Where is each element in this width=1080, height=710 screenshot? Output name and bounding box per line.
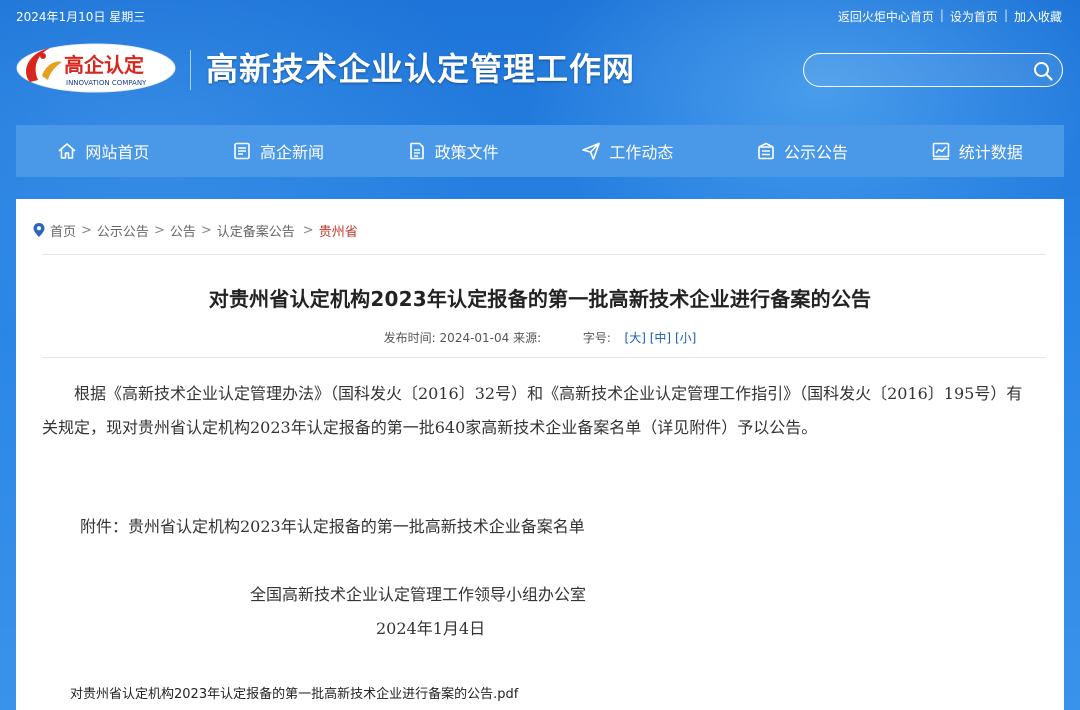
site-logo[interactable]: 高企认定 INNOVATION COMPANY [16, 42, 178, 94]
search-icon[interactable] [1032, 60, 1054, 82]
location-pin-icon [33, 223, 45, 237]
add-favorite-link[interactable]: 加入收藏 [1014, 8, 1062, 25]
breadcrumb-announcement[interactable]: 公告 [170, 221, 196, 240]
main-nav: 网站首页 高企新闻 政策文件 工作动态 公示公告 统计数据 [16, 125, 1064, 177]
body-paragraph: 根据《高新技术企业认定管理办法》（国科发火〔2016〕32号）和《高新技术企业认… [42, 384, 1023, 437]
set-homepage-link[interactable]: 设为首页 [950, 8, 998, 25]
breadcrumb-separator: > [302, 222, 314, 238]
nav-label: 网站首页 [85, 143, 150, 162]
article-body: 根据《高新技术企业认定管理办法》（国科发火〔2016〕32号）和《高新技术企业认… [42, 377, 1038, 445]
main-content: 首页 > 公示公告 > 公告 > 认定备案公告 > 贵州省 对贵州省认定机构20… [16, 199, 1064, 710]
publish-label: 发布时间: [383, 331, 436, 345]
signature-date: 2024年1月4日 [376, 619, 486, 638]
torch-center-home-link[interactable]: 返回火炬中心首页 [838, 8, 934, 25]
top-links: 返回火炬中心首页 | 设为首页 | 加入收藏 [838, 8, 1062, 25]
top-link-separator: | [1003, 8, 1008, 22]
nav-label: 政策文件 [434, 143, 499, 162]
nav-work-news[interactable]: 工作动态 [540, 125, 715, 177]
top-bar: 2024年1月10日 星期三 返回火炬中心首页 | 设为首页 | 加入收藏 [0, 0, 1080, 32]
pdf-attachment-link[interactable]: 对贵州省认定机构2023年认定报备的第一批高新技术企业进行备案的公告.pdf [70, 683, 518, 702]
nav-home[interactable]: 网站首页 [16, 125, 191, 177]
logo-text: 高企认定 [64, 53, 144, 77]
fontsize-medium-button[interactable]: [中] [650, 331, 671, 345]
publish-date: 2024-01-04 [439, 331, 510, 345]
fontsize-large-button[interactable]: [大] [625, 331, 646, 345]
breadcrumb-notice[interactable]: 公示公告 [97, 221, 149, 240]
top-link-separator: | [939, 8, 944, 22]
nav-label: 工作动态 [609, 143, 674, 162]
current-date: 2024年1月10日 星期三 [16, 10, 146, 24]
breadcrumb-current[interactable]: 贵州省 [319, 221, 358, 240]
nav-statistics[interactable]: 统计数据 [889, 125, 1064, 177]
article-title: 对贵州省认定机构2023年认定报备的第一批高新技术企业进行备案的公告 [208, 287, 872, 311]
document-icon [409, 142, 424, 160]
search-input[interactable] [818, 60, 1022, 82]
nav-policy[interactable]: 政策文件 [365, 125, 540, 177]
divider [42, 357, 1046, 358]
divider [42, 254, 1046, 255]
nav-label: 高企新闻 [260, 143, 325, 162]
search-box [803, 53, 1063, 87]
breadcrumb-filing-announcement[interactable]: 认定备案公告 [217, 221, 295, 240]
notice-icon [758, 142, 774, 160]
logo-divider [190, 50, 191, 90]
signature-org: 全国高新技术企业认定管理工作领导小组办公室 [250, 585, 587, 604]
logo-subtext: INNOVATION COMPANY [66, 79, 147, 87]
nav-news[interactable]: 高企新闻 [191, 125, 366, 177]
breadcrumb-separator: > [200, 222, 212, 238]
fontsize-label: 字号: [582, 331, 611, 345]
nav-notice[interactable]: 公示公告 [715, 125, 890, 177]
breadcrumb-home[interactable]: 首页 [50, 221, 76, 240]
breadcrumb-separator: > [153, 222, 165, 238]
source-label: 来源: [513, 331, 542, 345]
attachment-line: 附件：贵州省认定机构2023年认定报备的第一批高新技术企业备案名单 [80, 517, 585, 536]
logo-graphic: 高企认定 INNOVATION COMPANY [16, 43, 176, 93]
fontsize-small-button[interactable]: [小] [675, 331, 696, 345]
breadcrumb: 首页 > 公示公告 > 公告 > 认定备案公告 > 贵州省 [32, 221, 358, 240]
home-icon [58, 143, 76, 159]
article-meta: 发布时间: 2024-01-04 来源: 字号: [大] [中] [小] [16, 329, 1064, 346]
send-icon [582, 142, 601, 160]
nav-label: 统计数据 [958, 143, 1023, 162]
site-title: 高新技术企业认定管理工作网 [206, 50, 636, 88]
nav-label: 公示公告 [784, 143, 849, 162]
news-icon [234, 142, 250, 160]
breadcrumb-separator: > [81, 222, 92, 238]
chart-icon [932, 142, 949, 160]
